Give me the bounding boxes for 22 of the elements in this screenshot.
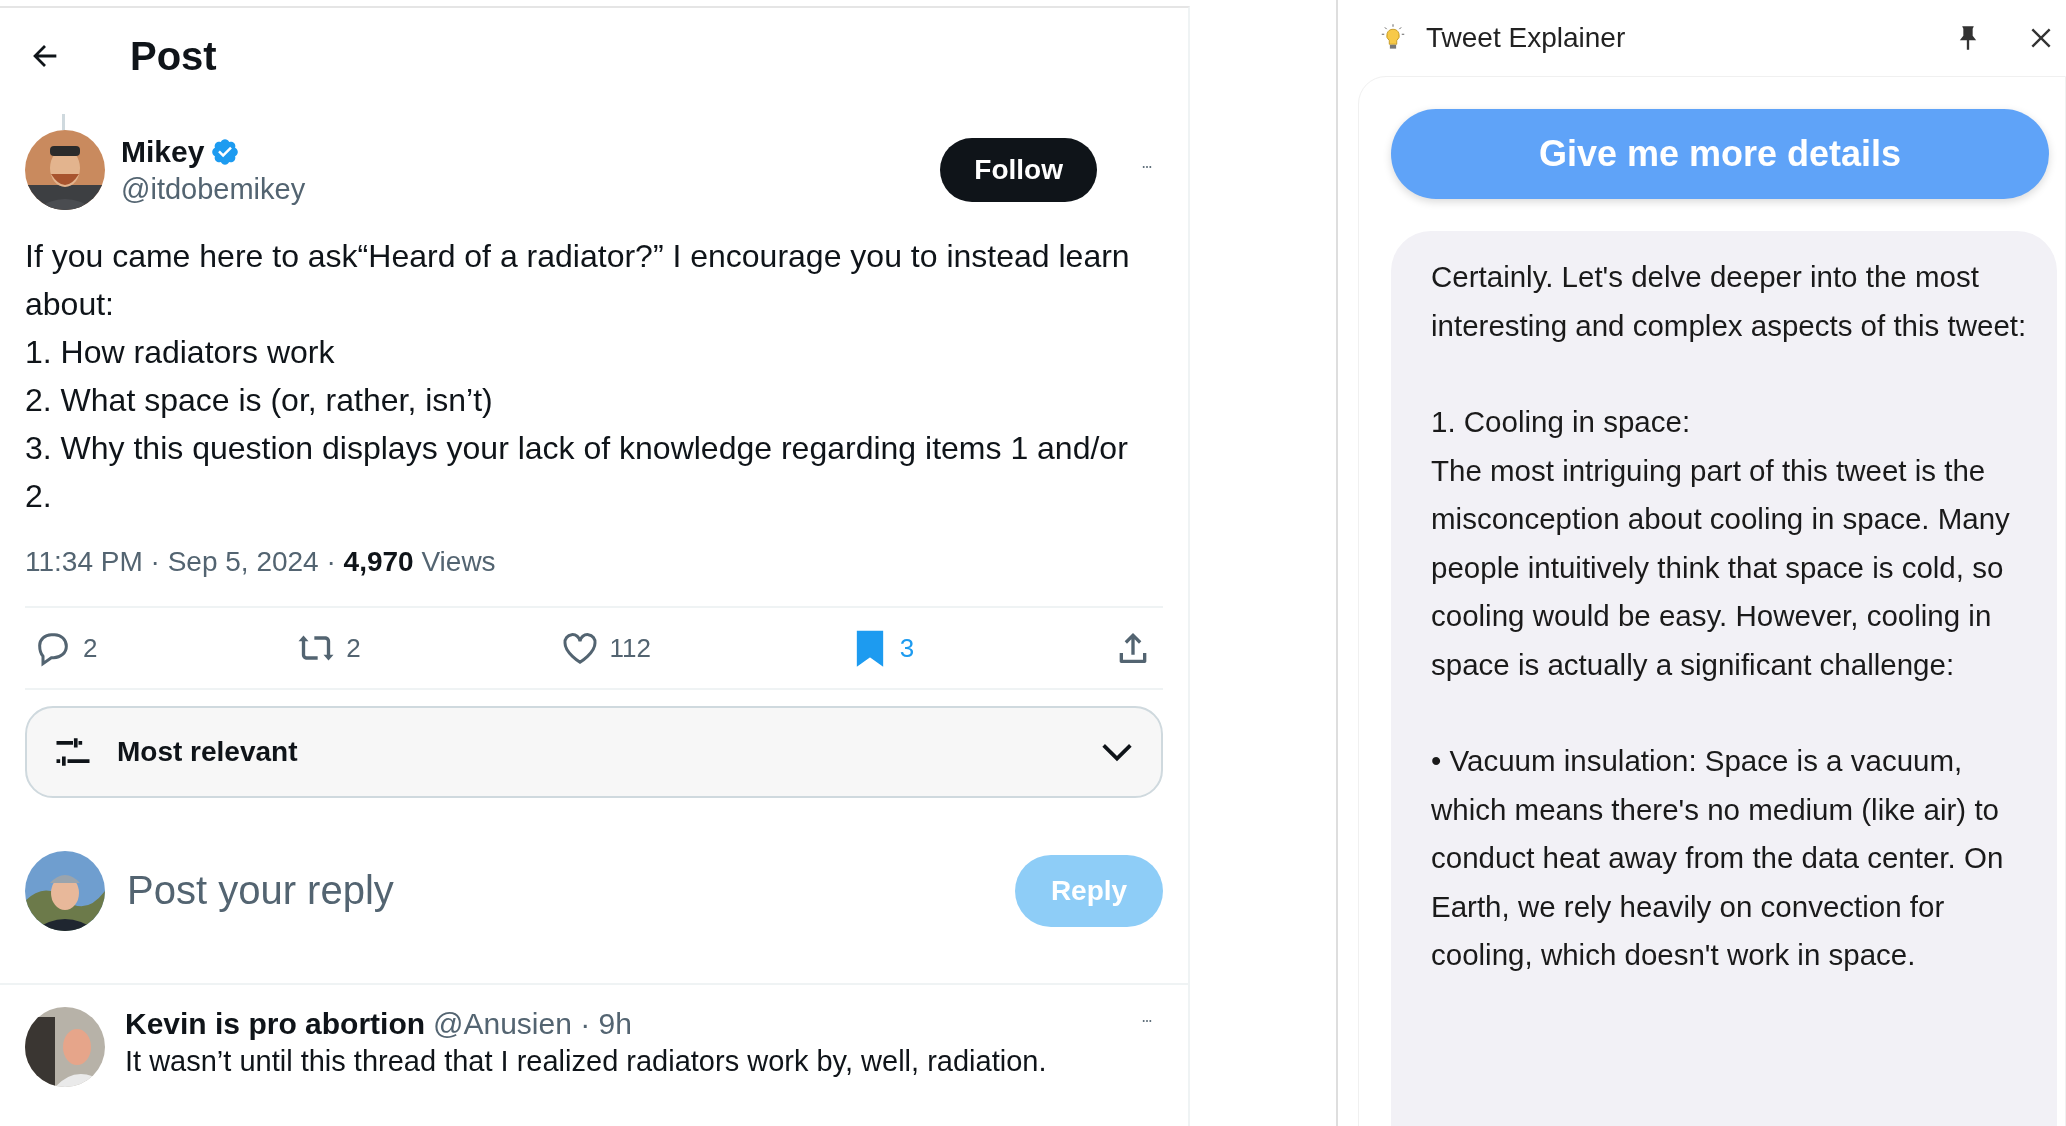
reply-meta: @Anusien · 9h (433, 1007, 633, 1041)
action-count: 2 (346, 632, 361, 664)
action-count: 3 (899, 632, 915, 664)
action-count: 2 (83, 632, 98, 664)
reply-author-name: Kevin is pro abortion (125, 1007, 426, 1041)
reply-text: It wasn’t until this thread that I realized radiators work by, well, radiation. (125, 1045, 1048, 1078)
response-text: 1. Cooling in space: The most intriguing part of this tweet is the misconception about cooling in space. Many people intuitively think that space is cold, so cooling would be easy. However, cooling in space is actually a significant challenge: (1431, 404, 2011, 683)
response-text: • Vacuum insulation: Space is a vacuum, which means there's no medium (like air) to conduct heat away from the data center. On Earth, we rely heavily on convection for cooling, which doesn't work in space. (1431, 743, 2005, 973)
post-text: 3. Why this question displays your lack of knowledge regarding items 1 and/or 2. (25, 429, 1129, 516)
post-text: If you came here to ask“Heard of a radiator?” I encourage you to instead learn about: (25, 237, 1131, 324)
panel-title: Tweet Explainer (1426, 22, 1627, 54)
post-text: 2. What space is (or, rather, isn’t) (25, 381, 494, 420)
author-name: Mikey (121, 134, 205, 169)
page-title: Post (130, 33, 217, 79)
post-meta: 11:34 PM · Sep 5, 2024 · 4,970 Views (24, 545, 497, 578)
post-text: 1. How radiators work (25, 333, 336, 372)
follow-button[interactable]: Follow (940, 138, 1097, 202)
action-count: 112 (609, 632, 651, 664)
response-text: Certainly. Let's delve deeper into the most interesting and complex aspects of this tweet: (1431, 259, 2027, 344)
author-handle: @itdobemikey (121, 172, 307, 206)
sort-dropdown[interactable]: Most relevant (25, 706, 1163, 798)
sort-label: Most relevant (117, 736, 299, 768)
